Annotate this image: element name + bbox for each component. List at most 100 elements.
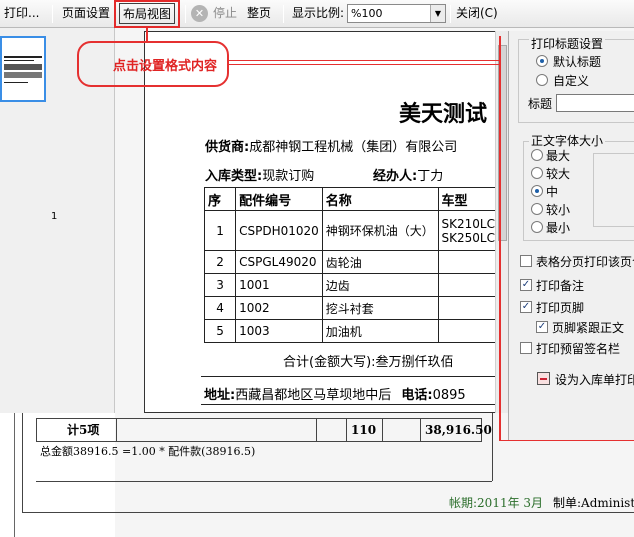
page-border xyxy=(22,413,23,513)
thumb-line xyxy=(4,56,42,58)
font-radio-largest[interactable] xyxy=(531,149,543,161)
handler-value: 丁力 xyxy=(417,169,444,184)
cell-model xyxy=(437,319,499,343)
annotation-text: 点击设置格式内容 xyxy=(113,59,218,74)
address-line: 地址:西藏昌都地区马草坝地中后 电话:0895 xyxy=(204,384,466,403)
cell-code: CSPDH01020 xyxy=(235,210,323,251)
cell-model: SK210LC SK250LC xyxy=(437,210,499,251)
font-radio-larger[interactable] xyxy=(531,167,543,179)
font-preview-box xyxy=(593,153,634,227)
set-as-default-link[interactable]: 设为入库单打印 xyxy=(555,371,634,388)
font-option-smaller: 较小 xyxy=(546,203,571,217)
divider xyxy=(201,404,499,405)
cell-code: 1003 xyxy=(235,319,323,343)
col-header-name: 名称 xyxy=(321,187,439,211)
thumb-line xyxy=(4,82,28,83)
print-sign-label: 打印预留签名栏 xyxy=(536,342,621,356)
font-option-medium: 中 xyxy=(546,185,559,199)
annotation-arrow-line xyxy=(229,60,499,61)
layout-view-highlight xyxy=(114,0,180,28)
stock-type-value: 现款订购 xyxy=(262,169,315,184)
panel-highlight-border xyxy=(499,440,634,441)
print-note-checkbox[interactable] xyxy=(520,279,532,291)
font-radio-smaller[interactable] xyxy=(531,203,543,215)
handler-label: 经办人: xyxy=(373,169,418,184)
close-button[interactable]: 关闭(C) xyxy=(456,3,498,24)
stop-icon: ✕ xyxy=(191,5,208,22)
toolbar: 打印... 页面设置 布局视图 ✕ 停止 整页 显示比例: %100 ▼ 关闭(… xyxy=(0,0,634,28)
print-footer-checkbox[interactable] xyxy=(520,301,532,313)
annotation-connector xyxy=(146,28,148,42)
title-custom-radio[interactable] xyxy=(536,74,548,86)
cell-model xyxy=(437,273,499,297)
address-value: 西藏昌都地区马草坝地中后 xyxy=(235,388,392,403)
col-header-index: 序 xyxy=(203,187,237,211)
font-radio-smallest[interactable] xyxy=(531,221,543,233)
panel-highlight-border xyxy=(499,36,501,441)
table-repeat-label: 表格分页打印该页合 xyxy=(536,255,634,269)
whole-page-button[interactable]: 整页 xyxy=(247,3,271,24)
cell-model xyxy=(437,296,499,320)
cell-index: 2 xyxy=(203,250,237,274)
page-border xyxy=(14,413,15,537)
address-label: 地址: xyxy=(204,388,236,403)
page-setup-button[interactable]: 页面设置 xyxy=(62,3,110,24)
footer-follow-checkbox[interactable] xyxy=(536,321,548,333)
print-button[interactable]: 打印... xyxy=(4,3,39,24)
title-field-label: 标题 xyxy=(528,97,553,111)
col-header-model: 车型 xyxy=(437,187,499,211)
stock-type-line: 入库类型:现款订购 xyxy=(205,165,314,184)
font-option-smallest: 最小 xyxy=(546,221,571,235)
vertical-scrollbar[interactable] xyxy=(495,31,508,413)
page-title: 美天测试 xyxy=(399,101,488,127)
cell-name: 加油机 xyxy=(321,319,439,343)
cell-name: 挖斗衬套 xyxy=(321,296,439,320)
cell-code: 1001 xyxy=(235,273,323,297)
toolbar-separator xyxy=(450,5,451,23)
page-thumbnail[interactable] xyxy=(0,36,46,102)
sum-label: 计5项 xyxy=(37,419,117,441)
total-amount-text: 合计(金额大写):叁万捌仟玖佰 xyxy=(283,355,454,370)
cell-code: 1002 xyxy=(235,296,323,320)
print-note-label: 打印备注 xyxy=(536,279,585,293)
cell-name: 边齿 xyxy=(321,273,439,297)
title-default-radio[interactable] xyxy=(536,55,548,67)
thumb-line xyxy=(4,60,34,61)
stop-button[interactable]: 停止 xyxy=(213,3,237,24)
stock-type-label: 入库类型: xyxy=(205,169,263,184)
thumb-line xyxy=(4,64,42,70)
title-group-label: 打印标题设置 xyxy=(529,35,606,52)
phone-value: 0895 xyxy=(432,388,466,403)
title-input[interactable] xyxy=(556,94,634,112)
divider xyxy=(201,376,499,377)
cell-code: CSPGL49020 xyxy=(235,250,323,274)
table-row: 2 CSPGL49020 齿轮油 xyxy=(203,250,499,274)
table-header-row: 序 配件编号 名称 车型 xyxy=(203,187,499,211)
print-sign-checkbox[interactable] xyxy=(520,342,532,354)
font-radio-medium[interactable] xyxy=(531,185,543,197)
title-custom-label: 自定义 xyxy=(553,74,590,88)
print-footer-label: 打印页脚 xyxy=(536,301,585,315)
footer-follow-label: 页脚紧跟正文 xyxy=(552,321,625,335)
phone-label: 电话: xyxy=(401,388,433,403)
table-repeat-checkbox[interactable] xyxy=(520,255,532,267)
handler-line: 经办人:丁力 xyxy=(373,165,443,184)
supplier-label: 供货商: xyxy=(205,140,250,155)
cell-model xyxy=(437,250,499,274)
annotation-arrow-line xyxy=(229,64,499,65)
supplier-value: 成都神钢工程机械（集团）有限公司 xyxy=(249,140,458,155)
cell-name: 神钢环保机油（大） xyxy=(321,210,439,251)
zoom-select[interactable]: %100 ▼ xyxy=(347,4,446,23)
table-row: 4 1002 挖斗衬套 xyxy=(203,296,499,320)
zoom-value: %100 xyxy=(351,7,383,20)
cell-index: 4 xyxy=(203,296,237,320)
title-default-label: 默认标题 xyxy=(553,55,602,69)
col-header-code: 配件编号 xyxy=(235,187,323,211)
chevron-down-icon[interactable]: ▼ xyxy=(430,5,445,22)
thumb-line xyxy=(4,72,42,78)
print-setting-icon xyxy=(537,372,550,385)
table-row: 5 1003 加油机 xyxy=(203,319,499,343)
table-row: 3 1001 边齿 xyxy=(203,273,499,297)
cell-index: 5 xyxy=(203,319,237,343)
zoom-label: 显示比例: xyxy=(292,6,345,20)
